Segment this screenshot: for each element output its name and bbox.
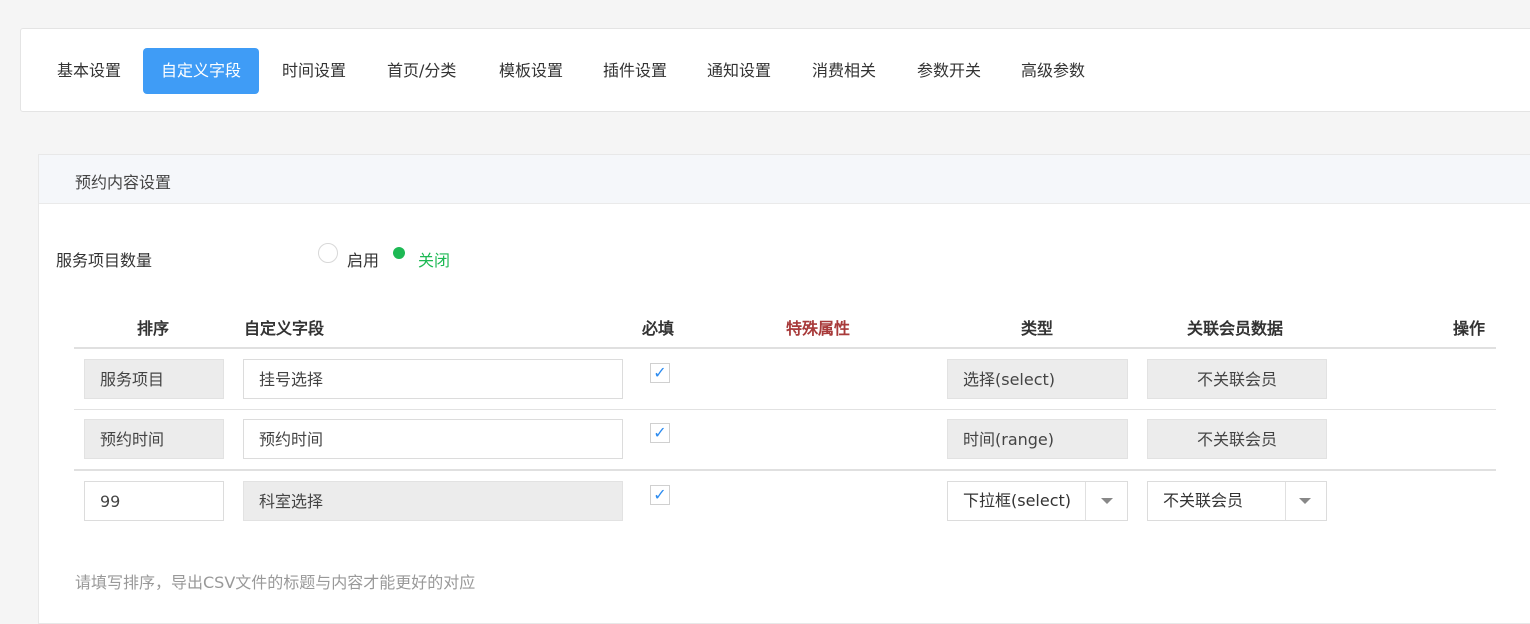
header-sort: 排序 [137, 319, 170, 338]
row1-required-checkbox[interactable]: ✓ [650, 363, 670, 383]
tab-notification-settings[interactable]: 通知设置 [707, 48, 771, 94]
chevron-down-icon[interactable] [1101, 498, 1113, 504]
row2-field-input[interactable]: 预约时间 [243, 419, 623, 459]
service-count-label: 服务项目数量 [56, 251, 153, 270]
row2-member-cell: 不关联会员 [1147, 419, 1327, 459]
row3-type-value: 下拉框(select) [963, 491, 1072, 510]
tab-basic-settings[interactable]: 基本设置 [57, 48, 121, 94]
row1-field-input[interactable]: 挂号选择 [243, 359, 623, 399]
tab-template-settings[interactable]: 模板设置 [499, 48, 563, 94]
table-header-divider [74, 347, 1496, 349]
row3-member-select[interactable]: 不关联会员 [1147, 481, 1327, 521]
select-divider [1085, 482, 1086, 520]
header-required: 必填 [642, 319, 675, 338]
tab-consumption[interactable]: 消费相关 [812, 48, 876, 94]
tab-plugin-settings[interactable]: 插件设置 [603, 48, 667, 94]
row1-member-cell: 不关联会员 [1147, 359, 1327, 399]
tab-home-category[interactable]: 首页/分类 [387, 48, 456, 94]
row2-type-cell: 时间(range) [947, 419, 1128, 459]
header-member-data: 关联会员数据 [1187, 319, 1284, 338]
row3-field-cell: 科室选择 [243, 481, 623, 521]
hint-text: 请填写排序，导出CSV文件的标题与内容才能更好的对应 [75, 573, 476, 592]
radio-enable[interactable] [318, 243, 338, 263]
row2-sort-cell: 预约时间 [84, 419, 224, 459]
row3-sort-input[interactable]: 99 [84, 481, 224, 521]
header-type: 类型 [1021, 319, 1054, 338]
row2-required-checkbox[interactable]: ✓ [650, 423, 670, 443]
tab-time-settings[interactable]: 时间设置 [282, 48, 346, 94]
row3-member-value: 不关联会员 [1163, 491, 1244, 510]
radio-disable-label[interactable]: 关闭 [418, 247, 450, 271]
select-divider [1285, 482, 1286, 520]
tab-parameter-switches[interactable]: 参数开关 [917, 48, 981, 94]
header-custom-field: 自定义字段 [244, 319, 325, 338]
row-divider [74, 409, 1496, 410]
chevron-down-icon[interactable] [1299, 498, 1311, 504]
tab-custom-fields[interactable]: 自定义字段 [143, 48, 260, 94]
row3-type-select[interactable]: 下拉框(select) [947, 481, 1128, 521]
row3-required-checkbox[interactable]: ✓ [650, 485, 670, 505]
row1-sort-cell: 服务项目 [84, 359, 224, 399]
panel-title: 预约内容设置 [75, 173, 172, 192]
header-special-attribute: 特殊属性 [786, 319, 851, 338]
settings-tab-bar: 基本设置 自定义字段 时间设置 首页/分类 模板设置 插件设置 通知设置 消费相… [20, 28, 1530, 112]
panel-header: 预约内容设置 [39, 155, 1530, 204]
row1-type-cell: 选择(select) [947, 359, 1128, 399]
radio-disable[interactable] [389, 243, 409, 263]
header-action: 操作 [1453, 319, 1486, 338]
row-divider [74, 469, 1496, 471]
tab-advanced-parameters[interactable]: 高级参数 [1021, 48, 1085, 94]
radio-enable-label[interactable]: 启用 [347, 247, 379, 271]
